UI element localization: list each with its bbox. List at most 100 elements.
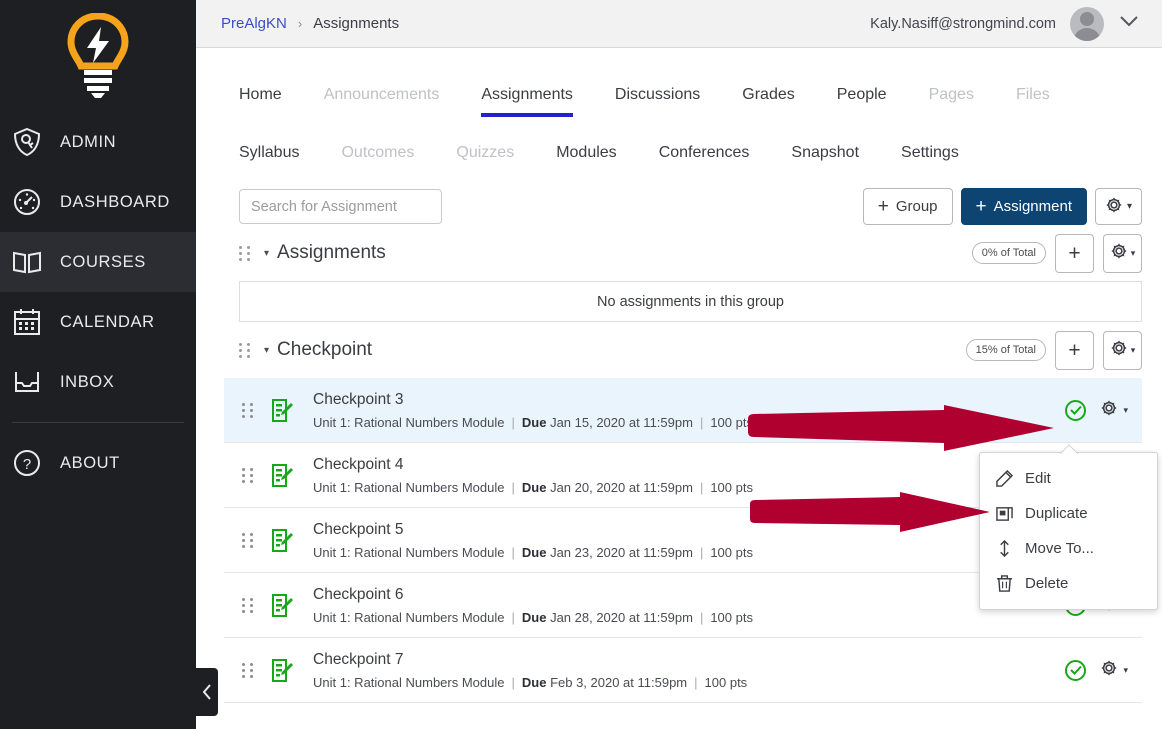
assignment-due-date: Jan 20, 2020 at 11:59pm — [550, 480, 693, 495]
assignment-drag-handle[interactable] — [242, 532, 254, 549]
assignment-points: 100 pts — [710, 415, 753, 430]
trash-icon — [996, 575, 1013, 592]
sidebar-divider — [12, 422, 184, 423]
duplicate-icon — [996, 505, 1013, 522]
tab-announcements[interactable]: Announcements — [303, 86, 461, 117]
main-content: HomeAnnouncementsAssignmentsDiscussionsG… — [196, 48, 1162, 729]
assignment-document-icon — [272, 398, 294, 422]
tab-syllabus[interactable]: Syllabus — [239, 144, 320, 162]
sidebar-item-label: DASHBOARD — [60, 193, 170, 212]
assignments-settings-button[interactable]: ▾ — [1095, 188, 1142, 225]
sidebar-item-dashboard[interactable]: DASHBOARD — [0, 172, 196, 232]
assignment-row[interactable]: Checkpoint 3 Unit 1: Rational Numbers Mod… — [224, 378, 1142, 443]
add-group-label: Group — [896, 198, 938, 215]
book-icon — [10, 245, 44, 279]
sidebar-item-courses[interactable]: COURSES — [0, 232, 196, 292]
assignment-points: 100 pts — [710, 480, 753, 495]
tab-people[interactable]: People — [816, 86, 908, 117]
menu-item-edit[interactable]: Edit — [980, 461, 1157, 496]
search-input[interactable] — [239, 189, 442, 224]
publish-check-icon[interactable] — [1065, 660, 1086, 681]
sidebar-collapse-button[interactable] — [196, 668, 218, 716]
assignment-drag-handle[interactable] — [242, 662, 254, 679]
group-add-assignment-button[interactable]: + — [1055, 331, 1094, 370]
tab-files[interactable]: Files — [995, 86, 1071, 117]
assignment-module: Unit 1: Rational Numbers Module — [313, 545, 504, 560]
assignment-options-button[interactable]: ▾ — [1100, 659, 1128, 682]
tab-assignments[interactable]: Assignments — [460, 86, 594, 117]
group-drag-handle[interactable] — [239, 342, 251, 358]
assignment-drag-handle[interactable] — [242, 467, 254, 484]
breadcrumb-course-link[interactable]: PreAlgKN — [221, 15, 287, 32]
group-add-assignment-button[interactable]: + — [1055, 234, 1094, 273]
assignment-title-link[interactable]: Checkpoint 4 — [313, 455, 753, 475]
tab-conferences[interactable]: Conferences — [638, 144, 771, 162]
assignment-module: Unit 1: Rational Numbers Module — [313, 675, 504, 690]
shield-key-icon — [10, 125, 44, 159]
due-label: Due — [522, 610, 547, 625]
assignment-document-icon — [272, 463, 294, 487]
group-collapse-caret-icon[interactable]: ▾ — [264, 248, 269, 259]
add-group-button[interactable]: + Group — [863, 188, 953, 225]
menu-item-move-to[interactable]: Move To... — [980, 531, 1157, 566]
tab-outcomes[interactable]: Outcomes — [320, 144, 435, 162]
sidebar-item-calendar[interactable]: CALENDAR — [0, 292, 196, 352]
chevron-down-icon[interactable] — [1118, 14, 1140, 33]
assignment-group-header: ▾Checkpoint15% of Total+▾ — [216, 322, 1162, 378]
tab-pages[interactable]: Pages — [908, 86, 995, 117]
assignment-drag-handle[interactable] — [242, 402, 254, 419]
menu-item-label: Move To... — [1025, 540, 1094, 557]
sidebar-item-inbox[interactable]: INBOX — [0, 352, 196, 412]
assignment-title-link[interactable]: Checkpoint 5 — [313, 520, 753, 540]
tab-home[interactable]: Home — [239, 86, 303, 117]
menu-item-duplicate[interactable]: Duplicate — [980, 496, 1157, 531]
gear-icon — [1100, 659, 1118, 682]
assignment-context-menu[interactable]: Edit Duplicate Move To... Delete — [979, 452, 1158, 610]
assignment-module: Unit 1: Rational Numbers Module — [313, 610, 504, 625]
group-percent-badge: 0% of Total — [972, 242, 1046, 264]
assignment-title-link[interactable]: Checkpoint 6 — [313, 585, 753, 605]
tab-snapshot[interactable]: Snapshot — [770, 144, 880, 162]
top-header-bar: PreAlgKN › Assignments Kaly.Nasiff@stron… — [196, 0, 1162, 48]
sidebar-item-label: CALENDAR — [60, 313, 155, 332]
user-account-area[interactable]: Kaly.Nasiff@strongmind.com — [870, 7, 1140, 41]
assignment-row[interactable]: Checkpoint 7 Unit 1: Rational Numbers Mod… — [224, 638, 1142, 703]
group-percent-badge: 15% of Total — [966, 339, 1046, 361]
tab-discussions[interactable]: Discussions — [594, 86, 721, 117]
assignment-document-icon — [272, 658, 294, 682]
assignment-meta: Unit 1: Rational Numbers Module|Due Jan … — [313, 415, 753, 430]
group-collapse-caret-icon[interactable]: ▾ — [264, 345, 269, 356]
assignment-meta: Unit 1: Rational Numbers Module|Due Jan … — [313, 545, 753, 560]
tab-modules[interactable]: Modules — [535, 144, 637, 162]
sidebar-item-label: INBOX — [60, 373, 114, 392]
breadcrumb: PreAlgKN › Assignments — [221, 15, 399, 32]
sidebar-item-label: COURSES — [60, 253, 146, 272]
chevron-left-icon — [201, 683, 213, 701]
assignment-meta: Unit 1: Rational Numbers Module|Due Jan … — [313, 610, 753, 625]
group-settings-button[interactable]: ▾ — [1103, 234, 1142, 273]
menu-item-label: Edit — [1025, 470, 1051, 487]
add-assignment-button[interactable]: + Assignment — [961, 188, 1087, 225]
tab-settings[interactable]: Settings — [880, 144, 980, 162]
tab-quizzes[interactable]: Quizzes — [435, 144, 535, 162]
sidebar-item-admin[interactable]: ADMIN — [0, 112, 196, 172]
assignment-title-link[interactable]: Checkpoint 7 — [313, 650, 747, 670]
sidebar-item-about[interactable]: ? ABOUT — [0, 433, 196, 493]
assignment-drag-handle[interactable] — [242, 597, 254, 614]
publish-check-icon[interactable] — [1065, 400, 1086, 421]
course-nav-tabs-primary: HomeAnnouncementsAssignmentsDiscussionsG… — [216, 48, 1162, 117]
due-label: Due — [522, 675, 547, 690]
svg-text:?: ? — [23, 456, 31, 473]
avatar[interactable] — [1070, 7, 1104, 41]
gear-icon — [1110, 242, 1128, 265]
caret-down-icon: ▾ — [1127, 201, 1132, 212]
tab-grades[interactable]: Grades — [721, 86, 815, 117]
menu-item-delete[interactable]: Delete — [980, 566, 1157, 601]
assignment-title-link[interactable]: Checkpoint 3 — [313, 390, 753, 410]
assignment-options-button[interactable]: ▾ — [1100, 399, 1128, 422]
group-settings-button[interactable]: ▾ — [1103, 331, 1142, 370]
app-logo[interactable] — [0, 0, 196, 112]
user-email-label: Kaly.Nasiff@strongmind.com — [870, 16, 1056, 32]
group-drag-handle[interactable] — [239, 245, 251, 261]
due-label: Due — [522, 545, 547, 560]
